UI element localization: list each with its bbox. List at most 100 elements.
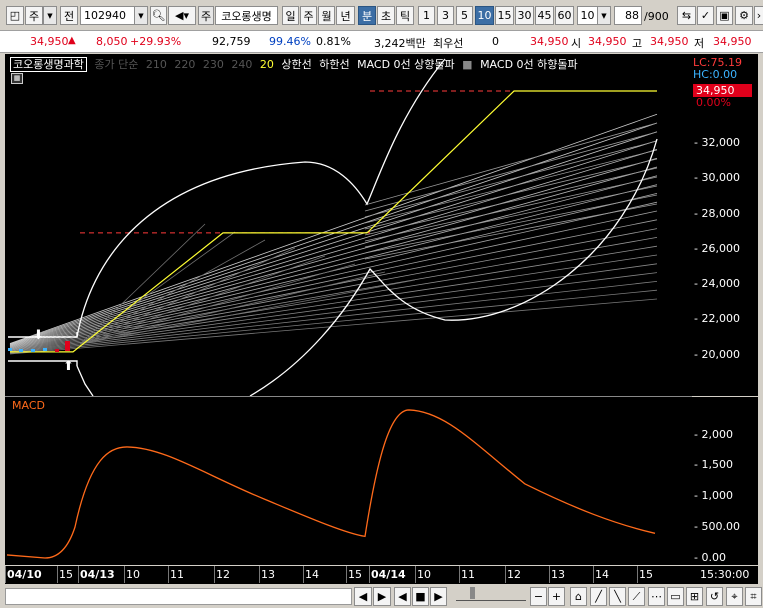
minute-60-button[interactable]: 60 xyxy=(555,6,574,25)
code-input[interactable]: 102940 xyxy=(80,6,135,25)
time-tick xyxy=(57,566,58,583)
minute-45-button[interactable]: 45 xyxy=(535,6,554,25)
intraday-second-button[interactable]: 초 xyxy=(377,6,395,25)
trade-amount: 3,242백만 xyxy=(374,37,426,50)
minute-15-button[interactable]: 15 xyxy=(495,6,514,25)
period-sub-button[interactable]: 전 xyxy=(60,6,78,25)
price-chart-panel[interactable]: ⬇ ⬆ ▦ xyxy=(5,54,692,396)
time-label: 13 xyxy=(551,568,565,581)
draw-tool-1-icon[interactable]: ╱ xyxy=(590,587,607,606)
macd-line xyxy=(6,409,656,559)
legend-ma-20: 20 xyxy=(259,58,274,71)
stop-icon[interactable]: ■ xyxy=(412,587,429,606)
volume: 92,759 xyxy=(212,35,251,48)
time-label: 15 xyxy=(348,568,362,581)
chart-type-icon[interactable]: ◰ xyxy=(6,6,24,25)
period-week-button[interactable]: 주 xyxy=(300,6,317,25)
envelope-line xyxy=(364,131,658,212)
macd-tick-label: - 1,500 xyxy=(694,458,733,472)
legend-macd-down: MACD 0선 하향돌파 xyxy=(480,58,578,71)
envelope-line xyxy=(364,194,658,254)
draw-tool-8-icon[interactable]: ⌖ xyxy=(726,587,743,606)
draw-tool-5-icon[interactable]: ▭ xyxy=(667,587,684,606)
minute-1-button[interactable]: 1 xyxy=(418,6,435,25)
tool-check-icon[interactable]: ✓ xyxy=(697,6,714,25)
current-price: 34,950 xyxy=(530,35,569,48)
scroll-right-icon[interactable]: ▶ xyxy=(373,587,391,606)
period-sub-label: 전 xyxy=(63,9,75,23)
high-label: 고 xyxy=(632,37,643,50)
minute-60: 60 xyxy=(557,9,572,22)
speaker-icon[interactable]: ◀▾ xyxy=(168,6,196,25)
grid-icon[interactable]: ▦ xyxy=(11,73,23,84)
minute-3-button[interactable]: 3 xyxy=(437,6,454,25)
speed-slider-thumb[interactable] xyxy=(470,587,475,599)
time-tick xyxy=(637,566,638,583)
period-main-label: 주 xyxy=(28,9,40,23)
intraday-minute: 분 xyxy=(361,9,373,23)
macd-tick-label: - 1,000 xyxy=(694,489,733,503)
buy-arrow-icon: ⬇ xyxy=(33,328,44,343)
draw-tool-4-icon[interactable]: ⋯ xyxy=(648,587,665,606)
candle-up xyxy=(65,341,70,351)
scroll-left-icon[interactable]: ◀ xyxy=(354,587,372,606)
period-main-select[interactable]: 주 xyxy=(25,6,43,25)
legend-stock-name[interactable]: 코오롱생명과학 xyxy=(10,57,87,72)
intraday-tick-button[interactable]: 틱 xyxy=(396,6,414,25)
envelope-line xyxy=(9,289,658,354)
count-input[interactable]: 88 xyxy=(614,6,642,25)
zoom-in-icon[interactable]: + xyxy=(548,587,565,606)
hc-label: HC:0.00 xyxy=(693,68,738,81)
search-icon[interactable]: 🔍︎ xyxy=(150,6,167,25)
draw-tool-2-icon[interactable]: ╲ xyxy=(609,587,626,606)
candle-small-3 xyxy=(31,349,35,352)
low-label: 저 xyxy=(694,37,705,50)
gear-icon[interactable]: ⚙ xyxy=(735,6,753,25)
period-day-button[interactable]: 일 xyxy=(282,6,299,25)
candle-small-4 xyxy=(43,348,47,351)
code-value: 102940 xyxy=(84,9,126,22)
play-icon[interactable]: ▶ xyxy=(430,587,447,606)
zoom-out-icon[interactable]: − xyxy=(530,587,547,606)
minute-30-button[interactable]: 30 xyxy=(515,6,534,25)
code-dropdown-icon[interactable]: ▼ xyxy=(134,6,148,25)
minute-5-button[interactable]: 5 xyxy=(456,6,473,25)
envelope-line xyxy=(79,255,326,345)
play-back-icon[interactable]: ◀ xyxy=(394,587,411,606)
minute-10-button[interactable]: 10 xyxy=(475,6,494,25)
time-tick xyxy=(505,566,506,583)
price-tick-label: - 24,000 xyxy=(694,277,740,290)
time-tick xyxy=(459,566,460,583)
more-icon[interactable]: › xyxy=(754,6,763,25)
time-label: 04/14 xyxy=(371,568,406,581)
envelope-line xyxy=(9,237,658,351)
save-icon[interactable]: ▣ xyxy=(716,6,733,25)
draw-tool-3-icon[interactable]: ⟋ xyxy=(628,587,645,606)
horizontal-scrollbar[interactable] xyxy=(5,588,352,605)
period-month-button[interactable]: 월 xyxy=(318,6,335,25)
period-year-button[interactable]: 년 xyxy=(336,6,355,25)
interval-dropdown-icon[interactable]: ▼ xyxy=(597,6,611,25)
legend-lower: 하한선 xyxy=(319,58,350,71)
minute-10: 10 xyxy=(477,9,492,22)
chevron-down-icon[interactable]: ▼ xyxy=(43,6,57,25)
draw-tool-6-icon[interactable]: ⊞ xyxy=(686,587,703,606)
change-pct: +29.93% xyxy=(130,35,182,48)
volume-ratio: 99.46% xyxy=(269,35,311,48)
time-label: 13 xyxy=(261,568,275,581)
draw-tool-9-icon[interactable]: ⌗ xyxy=(745,587,762,606)
draw-tool-7-icon[interactable]: ↺ xyxy=(706,587,723,606)
interval-input[interactable]: 10 xyxy=(577,6,598,25)
intraday-minute-button[interactable]: 분 xyxy=(358,6,376,25)
tool-arrows-icon[interactable]: ⇆ xyxy=(677,6,696,25)
price-tick-label: - 28,000 xyxy=(694,206,740,220)
macd-panel[interactable]: MACD xyxy=(5,397,692,565)
count-total: /900 xyxy=(644,10,669,23)
time-label: 15 xyxy=(639,568,653,581)
magnet-icon[interactable]: ⌂ xyxy=(570,587,587,606)
price-tick-label: - 26,000 xyxy=(694,241,740,255)
speed-slider[interactable] xyxy=(456,590,526,601)
stock-name-field[interactable]: 코오롱생명 xyxy=(215,6,278,25)
envelope-line xyxy=(79,279,416,345)
macd-tick-label: - 500.00 xyxy=(694,520,740,534)
